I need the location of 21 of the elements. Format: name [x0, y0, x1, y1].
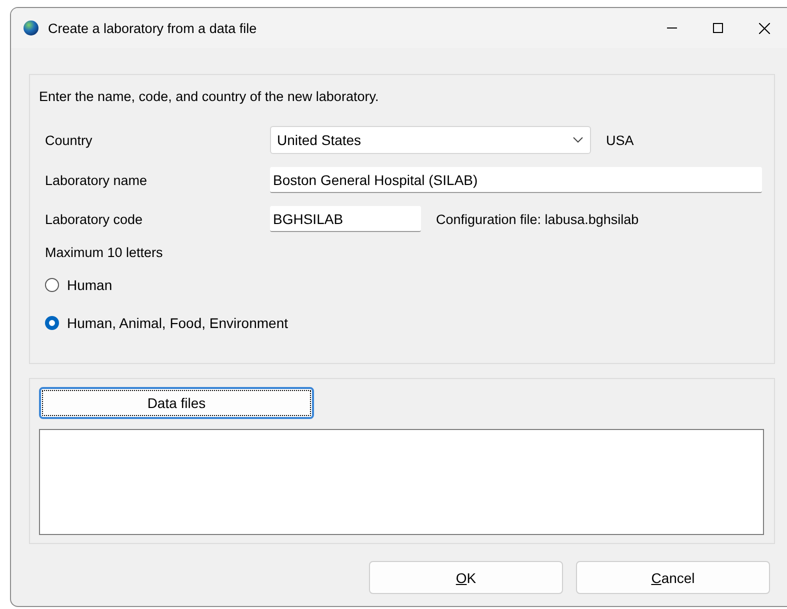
country-dropdown[interactable]: United States [270, 126, 591, 154]
field-label: Laboratory code [44, 212, 144, 226]
chevron-down-icon [573, 137, 583, 143]
field-label: Country [44, 132, 94, 148]
radio-option[interactable]: Human [39, 277, 112, 293]
input-field[interactable]: Boston General Hospital (SILAB) [270, 167, 762, 193]
instruction-text: Enter the name, code, and country of the new laboratory. [39, 89, 380, 104]
close-icon [758, 22, 770, 34]
data-files-button[interactable]: Data files [39, 387, 314, 419]
globe-icon [23, 20, 39, 36]
field-label: Laboratory name [44, 172, 148, 188]
dialog-button[interactable]: Cancel [576, 561, 770, 594]
file-list[interactable] [39, 429, 764, 535]
dialog-button[interactable]: OK [369, 561, 563, 594]
input-field[interactable]: BGHSILAB [270, 206, 421, 232]
maximize-icon [713, 23, 723, 33]
hint-text: Maximum 10 letters [44, 245, 164, 260]
window-title: Create a laboratory from a data file [48, 20, 258, 36]
country-code: USA [606, 132, 634, 148]
config-file-text: Configuration file: labusa.bghsilab [436, 212, 639, 226]
radio-option[interactable]: Human, Animal, Food, Environment [39, 315, 288, 331]
